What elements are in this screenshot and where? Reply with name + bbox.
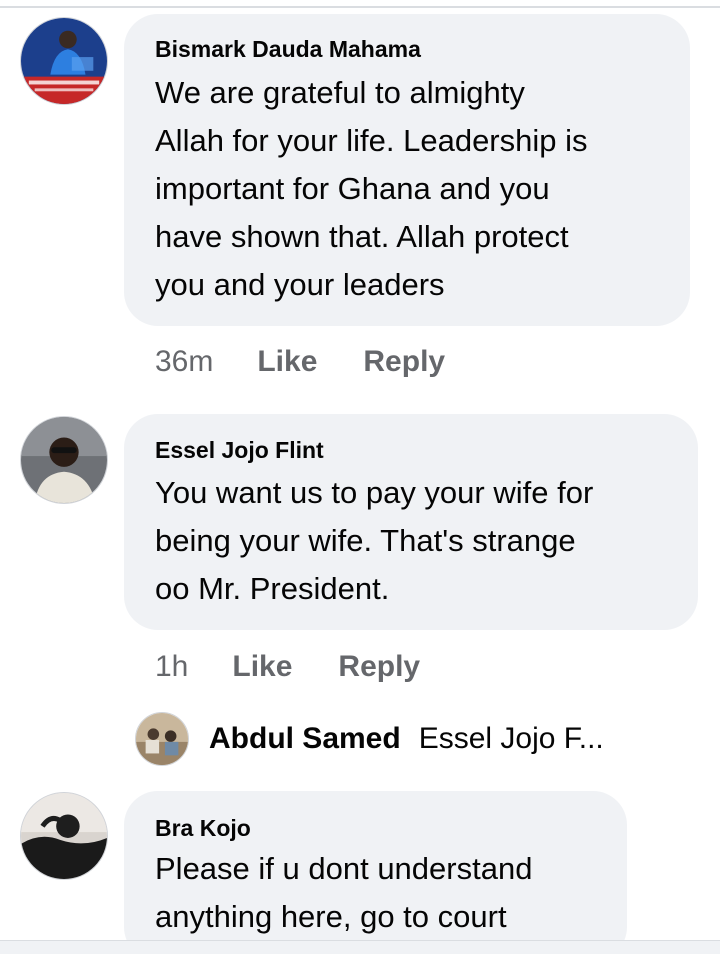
comments-thread: Bismark Dauda Mahama We are grateful to … bbox=[0, 0, 720, 954]
profile-photo-icon bbox=[21, 417, 107, 503]
comment-text: We are grateful to almighty Allah for yo… bbox=[155, 75, 588, 302]
divider bbox=[0, 6, 720, 8]
avatar[interactable] bbox=[20, 792, 108, 880]
like-button[interactable]: Like bbox=[257, 345, 317, 378]
reply-author[interactable]: Abdul Samed bbox=[209, 722, 401, 755]
avatar[interactable] bbox=[20, 416, 108, 504]
profile-photo-icon bbox=[136, 713, 188, 765]
comment-text: Please if u dont understand anything her… bbox=[155, 851, 533, 934]
reply-button[interactable]: Reply bbox=[338, 650, 420, 683]
comment-timestamp[interactable]: 1h bbox=[155, 650, 188, 683]
comment-author[interactable]: Bra Kojo bbox=[155, 815, 251, 842]
comment-actions: 1h Like Reply bbox=[155, 650, 420, 684]
profile-photo-icon bbox=[21, 793, 107, 879]
comment-composer-edge bbox=[0, 940, 720, 954]
reply-preview[interactable]: Abdul Samed Essel Jojo F... bbox=[209, 722, 604, 756]
reply-avatar[interactable] bbox=[135, 712, 189, 766]
comment-actions: 36m Like Reply bbox=[155, 345, 445, 379]
comment-author[interactable]: Essel Jojo Flint bbox=[155, 437, 324, 464]
comment-text: You want us to pay your wife for being y… bbox=[155, 475, 594, 606]
like-button[interactable]: Like bbox=[232, 650, 292, 683]
comment-author[interactable]: Bismark Dauda Mahama bbox=[155, 36, 421, 63]
comment-timestamp[interactable]: 36m bbox=[155, 345, 213, 378]
profile-photo-icon bbox=[21, 18, 107, 104]
reply-snippet: Essel Jojo F... bbox=[418, 722, 604, 755]
reply-button[interactable]: Reply bbox=[363, 345, 445, 378]
avatar[interactable] bbox=[20, 17, 108, 105]
